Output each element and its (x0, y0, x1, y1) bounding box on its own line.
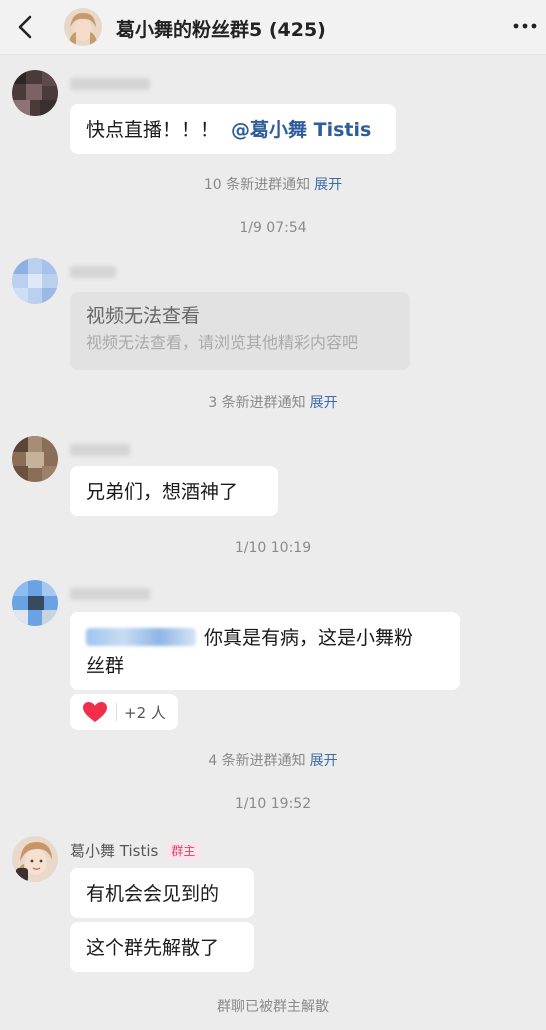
join-notice-text: 4 条新进群通知 (208, 753, 306, 769)
chat-title: 葛小舞的粉丝群5 (425) (116, 19, 326, 41)
divider (116, 703, 117, 721)
sender-name-redacted (70, 78, 150, 90)
message-text: 你真是有病，这是小舞粉 (204, 627, 414, 649)
message-bubble[interactable]: 你真是有病，这是小舞粉 丝群 (70, 612, 460, 690)
group-dissolved-notice: 群聊已被群主解散 (217, 999, 329, 1015)
owner-avatar[interactable] (12, 836, 58, 882)
expand-link[interactable]: 展开 (310, 753, 338, 769)
reaction-count: +2 人 (124, 704, 166, 722)
message-bubble[interactable]: 这个群先解散了 (70, 922, 254, 972)
join-notice: 10 条新进群通知 展开 (0, 174, 546, 194)
sender-name-redacted (70, 444, 130, 456)
reaction-chip[interactable]: +2 人 (70, 694, 178, 730)
message-bubble[interactable]: 兄弟们，想酒神了 (70, 466, 278, 516)
timestamp: 1/9 07:54 (239, 220, 307, 236)
expand-link[interactable]: 展开 (310, 395, 338, 411)
chat-header: 葛小舞的粉丝群5 (425) (0, 0, 546, 55)
group-avatar[interactable] (64, 8, 102, 46)
message-text: 丝群 (86, 655, 125, 677)
more-dots-icon (513, 23, 537, 29)
video-unavailable-card[interactable]: 视频无法查看 视频无法查看，请浏览其他精彩内容吧 (70, 292, 410, 370)
owner-badge: 群主 (166, 842, 201, 860)
sender-name-redacted (70, 266, 116, 278)
sender-name: 葛小舞 Tistis (70, 842, 159, 860)
message-bubble[interactable]: 快点直播！！！ @葛小舞 Tistis (70, 104, 396, 154)
more-button[interactable] (510, 14, 540, 38)
back-button[interactable] (14, 13, 38, 41)
message-text: 快点直播！！！ (86, 119, 220, 141)
message-text: 兄弟们，想酒神了 (86, 481, 239, 503)
chevron-left-icon (18, 15, 32, 39)
avatar[interactable] (12, 70, 58, 116)
heart-icon (83, 702, 107, 722)
avatar[interactable] (12, 580, 58, 626)
mention-redacted (86, 628, 196, 646)
message-bubble[interactable]: 有机会会见到的 (70, 868, 254, 918)
join-notice-text: 10 条新进群通知 (203, 177, 311, 193)
mention-link[interactable]: @葛小舞 Tistis (231, 119, 371, 141)
join-notice-text: 3 条新进群通知 (208, 395, 306, 411)
timestamp: 1/10 19:52 (234, 796, 312, 812)
owner-sender: 葛小舞 Tistis 群主 (70, 840, 201, 861)
chat-screen: 葛小舞的粉丝群5 (425) 快点直播！！！ @葛小舞 Tistis 10 条新进… (0, 0, 546, 1030)
sender-name-redacted (70, 588, 150, 600)
video-title: 视频无法查看 (86, 305, 201, 327)
video-subtitle: 视频无法查看，请浏览其他精彩内容吧 (86, 333, 359, 352)
message-text: 有机会会见到的 (86, 883, 220, 905)
avatar[interactable] (12, 258, 58, 304)
message-text: 这个群先解散了 (86, 937, 220, 959)
expand-link[interactable]: 展开 (314, 177, 342, 193)
timestamp: 1/10 10:19 (234, 540, 312, 556)
join-notice: 4 条新进群通知 展开 (0, 750, 546, 770)
avatar[interactable] (12, 436, 58, 482)
join-notice: 3 条新进群通知 展开 (0, 392, 546, 412)
